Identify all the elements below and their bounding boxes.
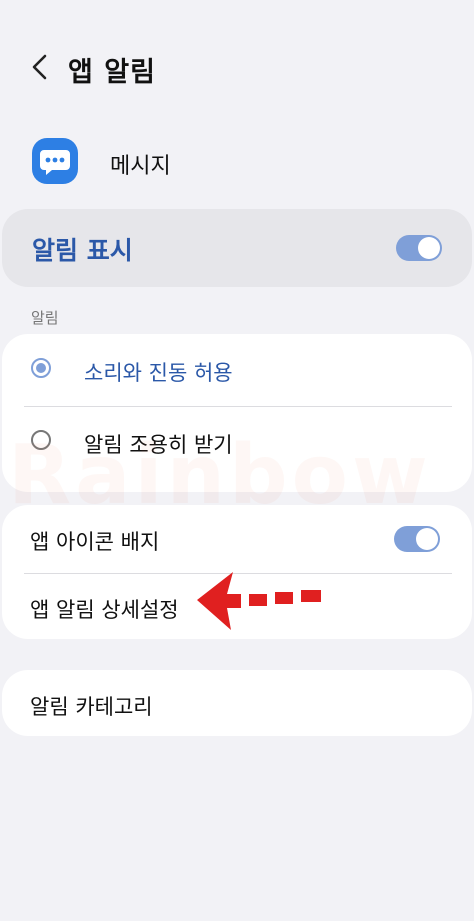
header: 앱 알림	[0, 38, 474, 98]
option-label: 소리와 진동 허용	[84, 361, 233, 385]
red-arrow-annotation	[197, 572, 321, 630]
chat-bubble-icon	[40, 150, 70, 175]
option-label: 알림 조용히 받기	[84, 433, 233, 457]
notification-master-toggle-row[interactable]: 알림 표시	[2, 209, 472, 287]
detail-label: 앱 알림 상세설정	[30, 598, 179, 622]
app-name: 메시지	[110, 154, 171, 179]
chevron-left-icon	[32, 54, 47, 80]
badge-toggle[interactable]	[394, 526, 440, 552]
page-title: 앱 알림	[68, 57, 156, 88]
notification-categories-row[interactable]: 알림 카테고리	[2, 670, 472, 736]
radio-sound-vibration[interactable]: 소리와 진동 허용	[2, 334, 472, 406]
radio-silent[interactable]: 알림 조용히 받기	[2, 407, 472, 479]
radio-button[interactable]	[31, 430, 51, 450]
alert-mode-group: 소리와 진동 허용 알림 조용히 받기	[2, 334, 472, 492]
app-row: 메시지	[0, 132, 474, 194]
radio-button[interactable]	[31, 358, 51, 378]
notification-master-toggle[interactable]	[396, 235, 442, 261]
notification-master-label: 알림 표시	[32, 236, 133, 265]
categories-label: 알림 카테고리	[30, 695, 153, 719]
toggle-knob	[416, 528, 438, 550]
app-icon	[32, 138, 78, 184]
badge-label: 앱 아이콘 배지	[30, 530, 160, 554]
toggle-knob	[418, 237, 440, 259]
app-icon-badge-row[interactable]: 앱 아이콘 배지	[2, 505, 472, 573]
section-label: 알림	[31, 309, 59, 327]
back-button[interactable]	[26, 52, 56, 82]
